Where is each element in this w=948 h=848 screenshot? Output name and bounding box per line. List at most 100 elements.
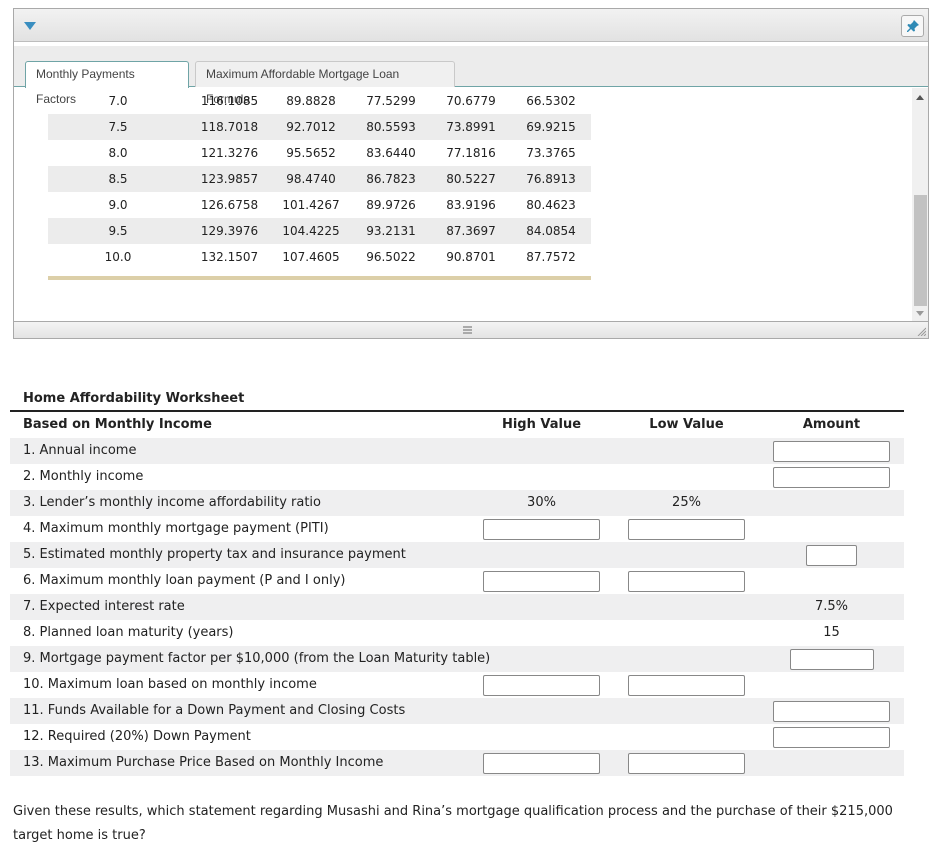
interest-rate-cell: 7.0 — [108, 94, 128, 108]
max-loan-high-input[interactable] — [483, 675, 600, 696]
factor-value-cell: 69.9215 — [511, 114, 591, 140]
factor-value-cell: 104.4225 — [271, 218, 351, 244]
factor-table-row: 9.5 129.3976 104.4225 93.2131 87.3697 84.0854 — [48, 218, 591, 244]
question-text: Given these results, which statement reg… — [13, 804, 893, 843]
payment-factor-amount-input[interactable] — [790, 649, 874, 670]
row-label: 3. Lender’s monthly income affordability… — [23, 495, 321, 510]
pin-button[interactable] — [901, 15, 924, 37]
row-funds-available: 11. Funds Available for a Down Payment a… — [10, 698, 904, 724]
row-label: 8. Planned loan maturity (years) — [23, 625, 234, 640]
row-label: 5. Estimated monthly property tax and in… — [23, 547, 406, 562]
scrollbar-thumb[interactable] — [914, 195, 927, 306]
worksheet-header-row: Based on Monthly Income High Value Low V… — [10, 412, 904, 438]
interest-rate-amount: 7.5% — [814, 599, 849, 614]
row-label: 6. Maximum monthly loan payment (P and I… — [23, 573, 346, 588]
factor-value-cell: 83.9196 — [446, 198, 496, 212]
pushpin-icon — [906, 20, 919, 32]
max-loan-payment-high-input[interactable] — [483, 571, 600, 592]
factor-value-cell: 89.9726 — [366, 198, 416, 212]
factor-value-cell: 116.1085 — [200, 94, 259, 108]
column-header-amount: Amount — [802, 417, 861, 432]
row-label: 4. Maximum monthly mortgage payment (PIT… — [23, 521, 329, 536]
factor-value-cell: 95.5652 — [286, 146, 336, 160]
row-max-purchase-price: 13. Maximum Purchase Price Based on Mont… — [10, 750, 904, 776]
panel-footer — [14, 321, 928, 338]
resize-corner-icon[interactable] — [916, 326, 926, 336]
row-max-monthly-mortgage-payment: 4. Maximum monthly mortgage payment (PIT… — [10, 516, 904, 542]
row-expected-interest-rate: 7. Expected interest rate 7.5% — [10, 594, 904, 620]
column-header-low: Low Value — [649, 417, 724, 432]
property-tax-insurance-amount-input[interactable] — [806, 545, 857, 566]
factor-value-cell: 73.3765 — [526, 146, 576, 160]
row-loan-maturity: 8. Planned loan maturity (years) 15 — [10, 620, 904, 646]
row-label: 11. Funds Available for a Down Payment a… — [23, 703, 406, 718]
factor-value-cell: 80.5593 — [351, 114, 431, 140]
resize-grip-icon[interactable] — [463, 326, 472, 336]
required-down-payment-amount-input[interactable] — [773, 727, 890, 748]
tab-max-affordable-mortgage-formula[interactable]: Maximum Affordable Mortgage Loan Formula — [195, 61, 455, 106]
row-label: 7. Expected interest rate — [23, 599, 185, 614]
section-label: Based on Monthly Income — [23, 417, 212, 432]
factor-value-cell: 121.3276 — [200, 146, 259, 160]
max-mortgage-payment-low-input[interactable] — [628, 519, 745, 540]
funds-available-amount-input[interactable] — [773, 701, 890, 722]
row-label: 12. Required (20%) Down Payment — [23, 729, 251, 744]
factor-value-cell: 89.8828 — [286, 94, 336, 108]
factor-value-cell: 101.4267 — [282, 198, 340, 212]
row-affordability-ratio: 3. Lender’s monthly income affordability… — [10, 490, 904, 516]
factor-table-area: 7.0 116.1085 89.8828 77.5299 70.6779 66.5302 7… — [14, 88, 911, 322]
monthly-income-amount-input[interactable] — [773, 467, 890, 488]
row-label: 13. Maximum Purchase Price Based on Mont… — [23, 755, 384, 770]
factor-value-cell: 73.8991 — [431, 114, 511, 140]
factor-value-cell: 93.2131 — [351, 218, 431, 244]
max-purchase-price-high-input[interactable] — [483, 753, 600, 774]
factor-value-cell: 87.7572 — [526, 250, 576, 264]
max-loan-low-input[interactable] — [628, 675, 745, 696]
affordability-ratio-low-value: 25% — [672, 495, 701, 510]
max-purchase-price-low-input[interactable] — [628, 753, 745, 774]
loan-factors-panel: Monthly Payments Factors Maximum Afforda… — [13, 8, 929, 339]
interest-rate-cell: 9.5 — [48, 218, 188, 244]
triangle-down-icon[interactable] — [24, 22, 36, 30]
row-label: 10. Maximum loan based on monthly income — [23, 677, 317, 692]
table-footer-rule — [48, 276, 591, 280]
affordability-ratio-high-value: 30% — [527, 495, 556, 510]
factor-value-cell: 123.9857 — [188, 166, 271, 192]
scroll-up-arrow-icon[interactable] — [916, 95, 924, 100]
worksheet-title: Home Affordability Worksheet — [23, 391, 245, 406]
max-loan-payment-low-input[interactable] — [628, 571, 745, 592]
factor-value-cell: 90.8701 — [446, 250, 496, 264]
vertical-scrollbar[interactable] — [912, 88, 928, 322]
tab-monthly-payments-factors[interactable]: Monthly Payments Factors — [25, 61, 189, 106]
max-mortgage-payment-high-input[interactable] — [483, 519, 600, 540]
factor-value-cell: 80.5227 — [431, 166, 511, 192]
factor-value-cell: 92.7012 — [271, 114, 351, 140]
factor-value-cell: 83.6440 — [366, 146, 416, 160]
row-payment-factor: 9. Mortgage payment factor per $10,000 (… — [10, 646, 904, 672]
factor-value-cell: 70.6779 — [446, 94, 496, 108]
annual-income-amount-input[interactable] — [773, 441, 890, 462]
row-label: 2. Monthly income — [23, 469, 144, 484]
row-annual-income: 1. Annual income — [10, 438, 904, 464]
factor-value-cell: 98.4740 — [271, 166, 351, 192]
factor-value-cell: 96.5022 — [366, 250, 416, 264]
panel-header — [14, 9, 928, 42]
factor-value-cell: 66.5302 — [526, 94, 576, 108]
factor-value-cell: 107.4605 — [282, 250, 340, 264]
interest-rate-cell: 7.5 — [48, 114, 188, 140]
monthly-payment-factors-table: 7.0 116.1085 89.8828 77.5299 70.6779 66.5302 7… — [48, 88, 591, 270]
scroll-down-arrow-icon[interactable] — [916, 311, 924, 316]
row-required-down-payment: 12. Required (20%) Down Payment — [10, 724, 904, 750]
column-header-high: High Value — [501, 417, 582, 432]
factor-table-row: 10.0 132.1507 107.4605 96.5022 90.8701 87.757… — [48, 244, 591, 270]
interest-rate-cell: 8.5 — [48, 166, 188, 192]
factor-table-row: 8.0 121.3276 95.5652 83.6440 77.1816 73.3765 — [48, 140, 591, 166]
factor-value-cell: 126.6758 — [200, 198, 259, 212]
factor-value-cell: 77.5299 — [366, 94, 416, 108]
factor-table-row: 7.0 116.1085 89.8828 77.5299 70.6779 66.5302 — [48, 88, 591, 114]
factor-table-row: 7.5 118.7018 92.7012 80.5593 73.8991 69.9215 — [48, 114, 591, 140]
factor-value-cell: 87.3697 — [431, 218, 511, 244]
factor-value-cell: 84.0854 — [511, 218, 591, 244]
row-monthly-income: 2. Monthly income — [10, 464, 904, 490]
factor-value-cell: 80.4623 — [526, 198, 576, 212]
